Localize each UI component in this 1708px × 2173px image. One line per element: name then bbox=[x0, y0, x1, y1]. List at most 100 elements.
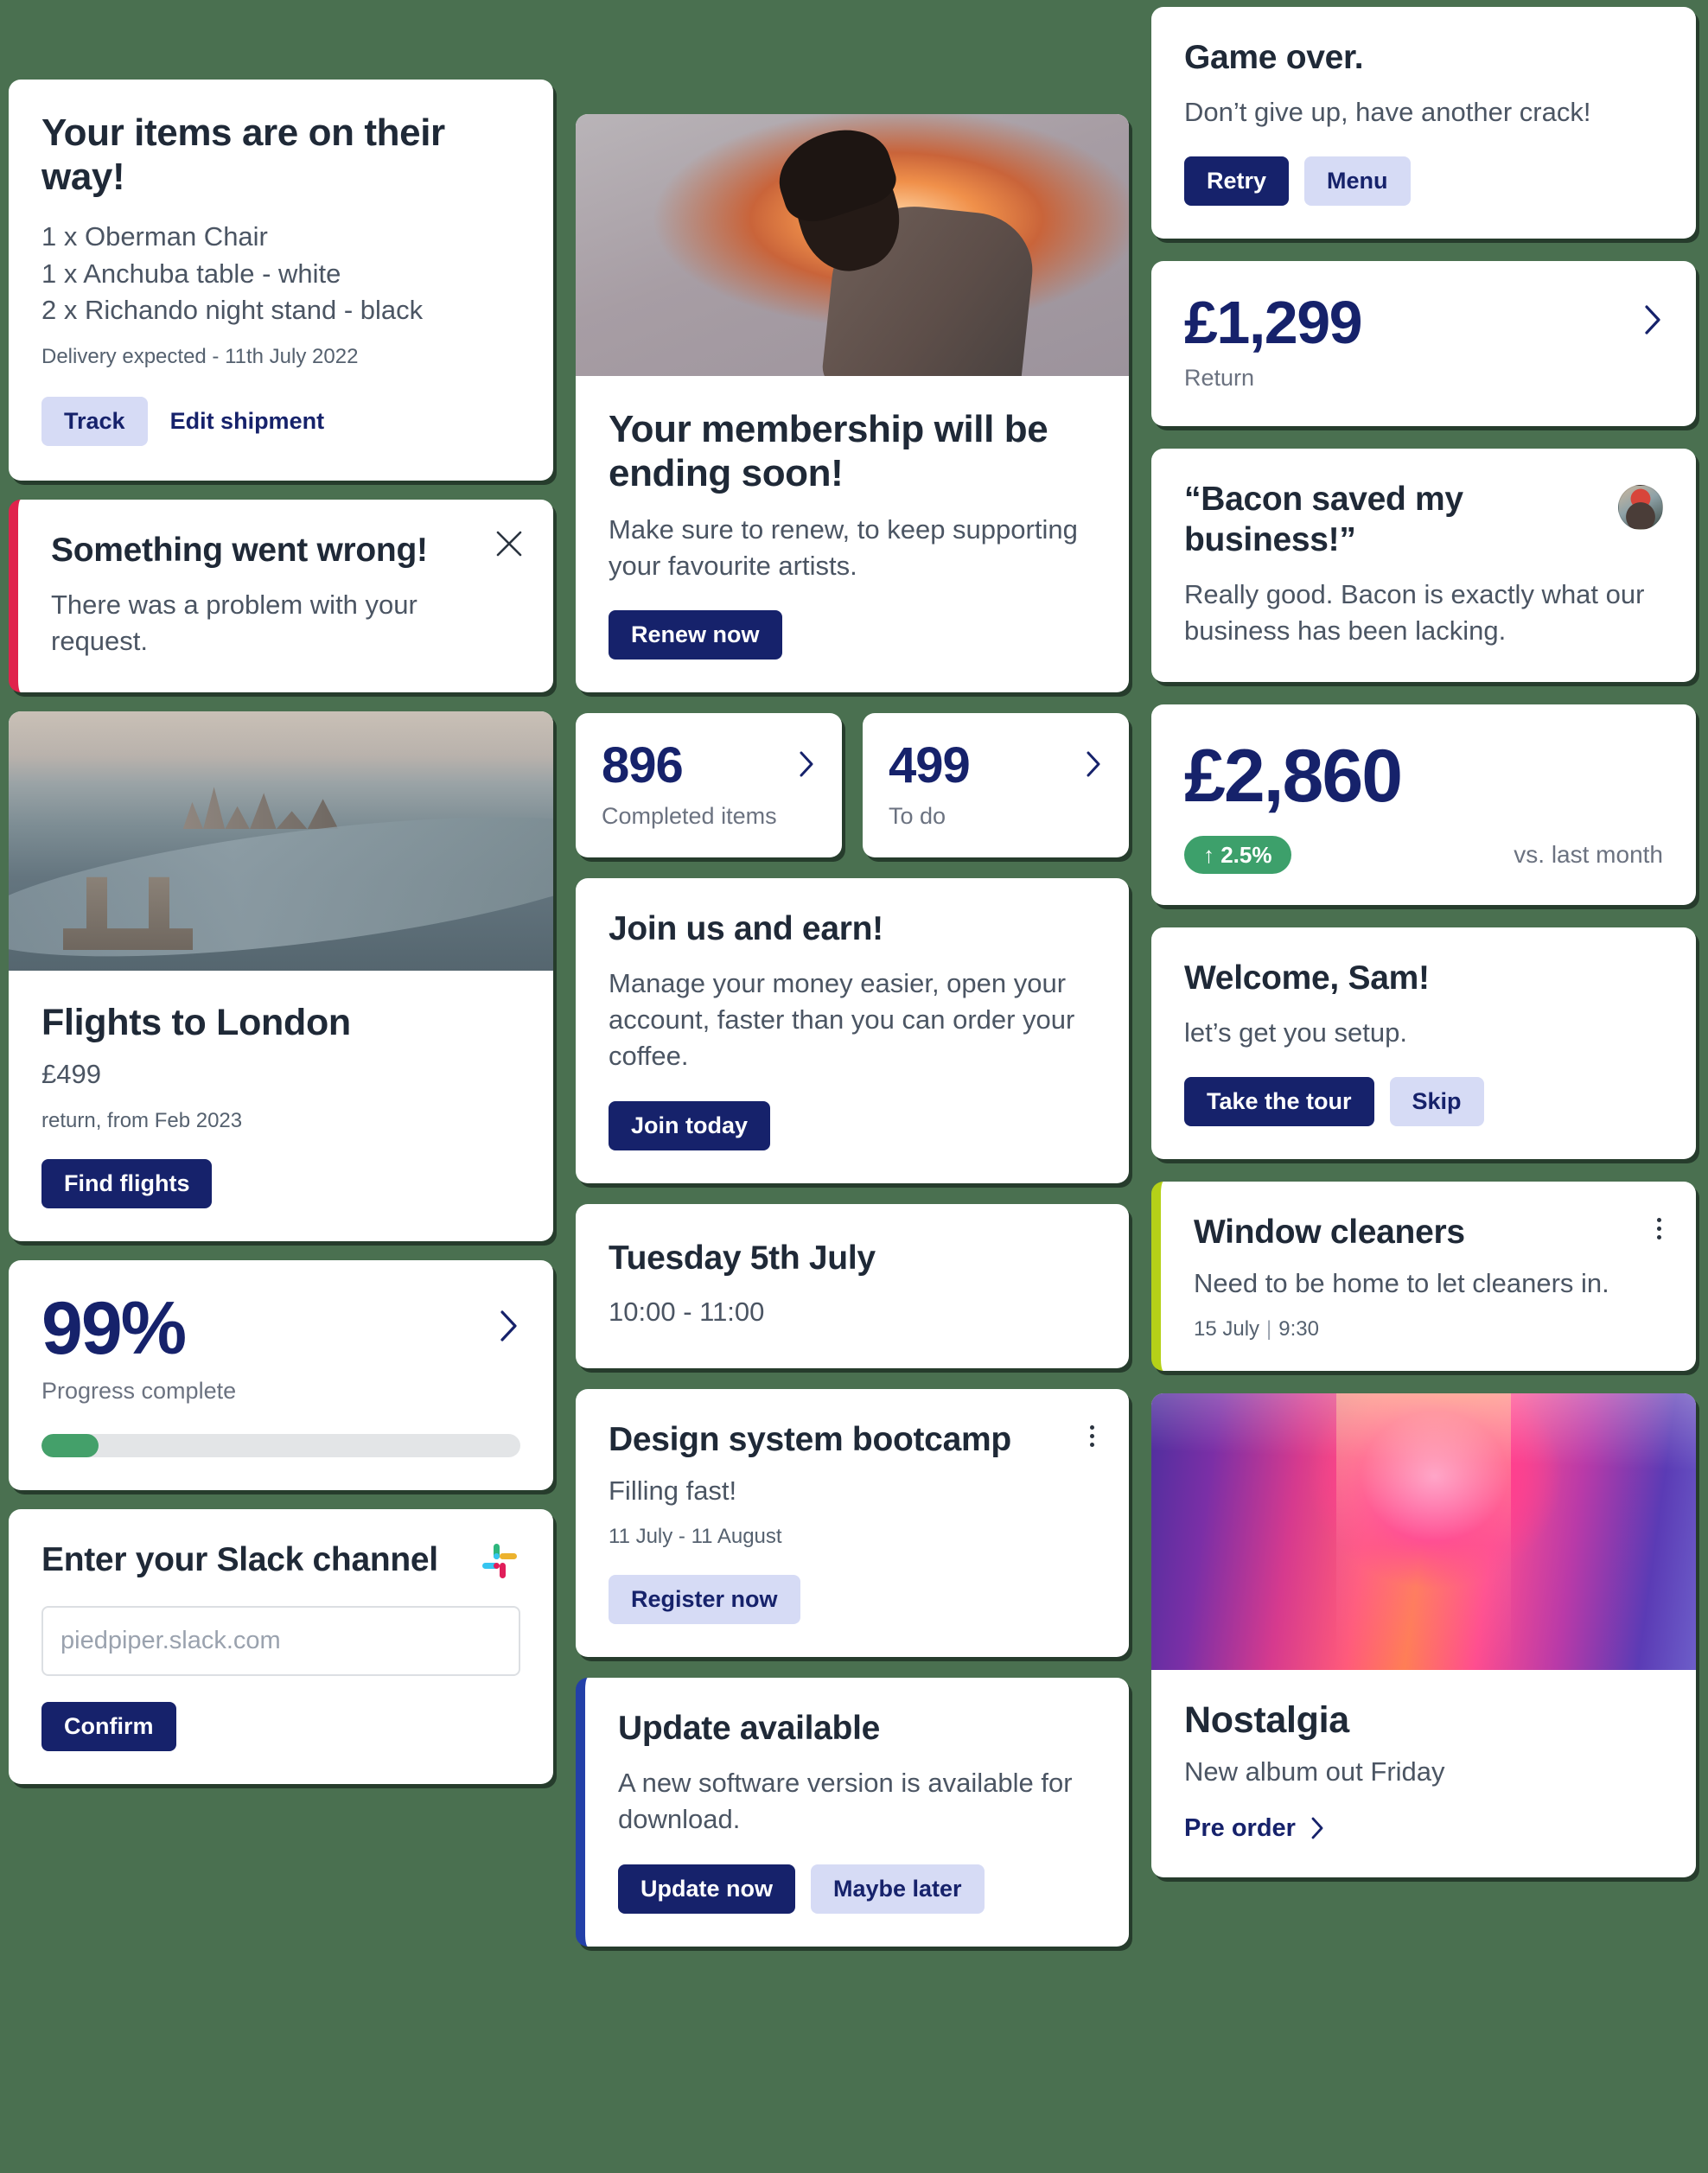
album-card: Nostalgia New album out Friday Pre order bbox=[1151, 1392, 1696, 1877]
progress-bar-track bbox=[41, 1433, 520, 1457]
chevron-right-icon[interactable] bbox=[1084, 749, 1103, 783]
chevron-right-icon[interactable] bbox=[797, 749, 816, 783]
return-price-value: £1,299 bbox=[1184, 288, 1363, 356]
neon-gradient-corridor-photo bbox=[1151, 1392, 1696, 1670]
join-today-button[interactable]: Join today bbox=[609, 1100, 771, 1150]
register-now-button[interactable]: Register now bbox=[609, 1575, 800, 1625]
menu-button[interactable]: Menu bbox=[1304, 156, 1411, 206]
shipment-title: Your items are on their way! bbox=[41, 112, 445, 199]
stat-value: 896 bbox=[602, 737, 684, 794]
slack-logo-icon bbox=[479, 1540, 520, 1582]
kebab-menu-icon[interactable] bbox=[1654, 1214, 1665, 1243]
shipment-card: Your items are on their way! 1 x Oberman… bbox=[9, 80, 553, 481]
update-now-button[interactable]: Update now bbox=[618, 1864, 795, 1914]
completed-items-stat-card[interactable]: 896 Completed items bbox=[576, 713, 842, 858]
appointment-time: 10:00 - 11:00 bbox=[609, 1297, 765, 1328]
reminder-time: 9:30 bbox=[1278, 1316, 1319, 1341]
edit-shipment-button[interactable]: Edit shipment bbox=[163, 395, 332, 448]
shipment-item: 1 x Oberman Chair bbox=[41, 220, 268, 252]
join-body: Manage your money easier, open your acco… bbox=[609, 968, 1075, 1072]
flights-title: Flights to London bbox=[41, 1002, 351, 1044]
appointment-title: Tuesday 5th July bbox=[609, 1239, 876, 1277]
testimonial-quote: “Bacon saved my business!” bbox=[1184, 480, 1463, 558]
reminder-body: Need to be home to let cleaners in. bbox=[1194, 1267, 1609, 1298]
pre-order-button[interactable]: Pre order bbox=[1184, 1814, 1325, 1843]
reminder-separator: | bbox=[1266, 1316, 1272, 1341]
game-over-card: Game over. Don’t give up, have another c… bbox=[1151, 7, 1696, 239]
error-title: Something went wrong! bbox=[51, 532, 428, 570]
card-gallery-board: Your items are on their way! 1 x Oberman… bbox=[0, 0, 1708, 2173]
kebab-menu-icon[interactable] bbox=[1087, 1422, 1098, 1450]
take-the-tour-button[interactable]: Take the tour bbox=[1184, 1076, 1374, 1126]
game-over-title: Game over. bbox=[1184, 39, 1364, 76]
silhouette-person-orange-glow-photo bbox=[576, 114, 1129, 376]
right-column: Game over. Don’t give up, have another c… bbox=[1151, 0, 1696, 1877]
skip-button[interactable]: Skip bbox=[1389, 1076, 1484, 1126]
update-card: Update available A new software version … bbox=[576, 1678, 1129, 1947]
bootcamp-dates: 11 July - 11 August bbox=[609, 1525, 782, 1549]
reminder-datetime: 15 July | 9:30 bbox=[1194, 1317, 1663, 1341]
renew-now-button[interactable]: Renew now bbox=[609, 610, 782, 660]
chevron-right-icon[interactable] bbox=[1642, 303, 1663, 341]
pre-order-label: Pre order bbox=[1184, 1813, 1296, 1842]
progress-value: 99% bbox=[41, 1286, 187, 1370]
bootcamp-card: Design system bootcamp Filling fast! 11 … bbox=[576, 1389, 1129, 1658]
reminder-card: Window cleaners Need to be home to let c… bbox=[1151, 1181, 1696, 1371]
find-flights-button[interactable]: Find flights bbox=[41, 1158, 213, 1208]
revenue-value: £2,860 bbox=[1184, 734, 1403, 818]
testimonial-card: “Bacon saved my business!” Really good. … bbox=[1151, 448, 1696, 682]
welcome-title: Welcome, Sam! bbox=[1184, 959, 1430, 997]
shipment-item: 1 x Anchuba table - white bbox=[41, 258, 341, 289]
membership-card: Your membership will be ending soon! Mak… bbox=[576, 114, 1129, 693]
reminder-title: Window cleaners bbox=[1194, 1213, 1465, 1251]
slack-card: Enter your Slack channel Confirm bbox=[9, 1508, 553, 1784]
todo-stat-card[interactable]: 499 To do bbox=[863, 713, 1129, 858]
revenue-card: £2,860 ↑ 2.5% vs. last month bbox=[1151, 704, 1696, 905]
status-badge: ↑ 2.5% bbox=[1184, 835, 1291, 874]
avatar bbox=[1618, 484, 1663, 530]
flights-price: £499 bbox=[41, 1059, 101, 1090]
middle-column: Your membership will be ending soon! Mak… bbox=[576, 0, 1129, 1947]
return-price-label: Return bbox=[1184, 364, 1255, 391]
bootcamp-title: Design system bootcamp bbox=[609, 1421, 1011, 1459]
welcome-body: let’s get you setup. bbox=[1184, 1016, 1407, 1048]
close-icon[interactable] bbox=[494, 529, 524, 558]
album-title: Nostalgia bbox=[1184, 1698, 1349, 1741]
progress-label: Progress complete bbox=[41, 1377, 237, 1404]
flights-detail: return, from Feb 2023 bbox=[41, 1108, 243, 1132]
revenue-comparison: vs. last month bbox=[1514, 840, 1663, 868]
return-price-card[interactable]: £1,299 Return bbox=[1151, 260, 1696, 426]
chevron-right-icon bbox=[1310, 1816, 1325, 1840]
membership-title: Your membership will be ending soon! bbox=[609, 408, 1048, 495]
flights-card: Flights to London £499 return, from Feb … bbox=[9, 711, 553, 1241]
chevron-right-icon[interactable] bbox=[498, 1309, 520, 1348]
error-card: Something went wrong! There was a proble… bbox=[9, 500, 553, 693]
shipment-delivery-date: Delivery expected - 11th July 2022 bbox=[41, 345, 359, 369]
retry-button[interactable]: Retry bbox=[1184, 156, 1290, 206]
membership-body: Make sure to renew, to keep supporting y… bbox=[609, 513, 1078, 582]
confirm-button[interactable]: Confirm bbox=[41, 1701, 176, 1751]
join-title: Join us and earn! bbox=[609, 910, 883, 948]
error-body: There was a problem with your request. bbox=[51, 589, 417, 657]
progress-bar-fill bbox=[41, 1433, 99, 1457]
stat-value: 499 bbox=[889, 737, 971, 794]
left-column: Your items are on their way! 1 x Oberman… bbox=[9, 0, 553, 1784]
bootcamp-subtitle: Filling fast! bbox=[609, 1475, 737, 1507]
stat-label: To do bbox=[889, 803, 946, 830]
shipment-item: 2 x Richando night stand - black bbox=[41, 295, 424, 326]
join-earn-card: Join us and earn! Manage your money easi… bbox=[576, 878, 1129, 1183]
game-over-body: Don’t give up, have another crack! bbox=[1184, 96, 1591, 127]
maybe-later-button[interactable]: Maybe later bbox=[811, 1864, 985, 1914]
welcome-card: Welcome, Sam! let’s get you setup. Take … bbox=[1151, 927, 1696, 1159]
slack-title: Enter your Slack channel bbox=[41, 1541, 438, 1579]
testimonial-body: Really good. Bacon is exactly what our b… bbox=[1184, 578, 1645, 646]
track-button[interactable]: Track bbox=[41, 397, 148, 447]
update-title: Update available bbox=[618, 1710, 880, 1748]
progress-card[interactable]: 99% Progress complete bbox=[9, 1259, 553, 1490]
slack-channel-input[interactable] bbox=[41, 1605, 520, 1676]
stat-label: Completed items bbox=[602, 803, 777, 830]
appointment-card: Tuesday 5th July 10:00 - 11:00 bbox=[576, 1203, 1129, 1369]
stat-card-row: 896 Completed items 499 To do bbox=[576, 713, 1129, 858]
update-body: A new software version is available for … bbox=[618, 1768, 1073, 1835]
album-subtitle: New album out Friday bbox=[1184, 1756, 1445, 1787]
